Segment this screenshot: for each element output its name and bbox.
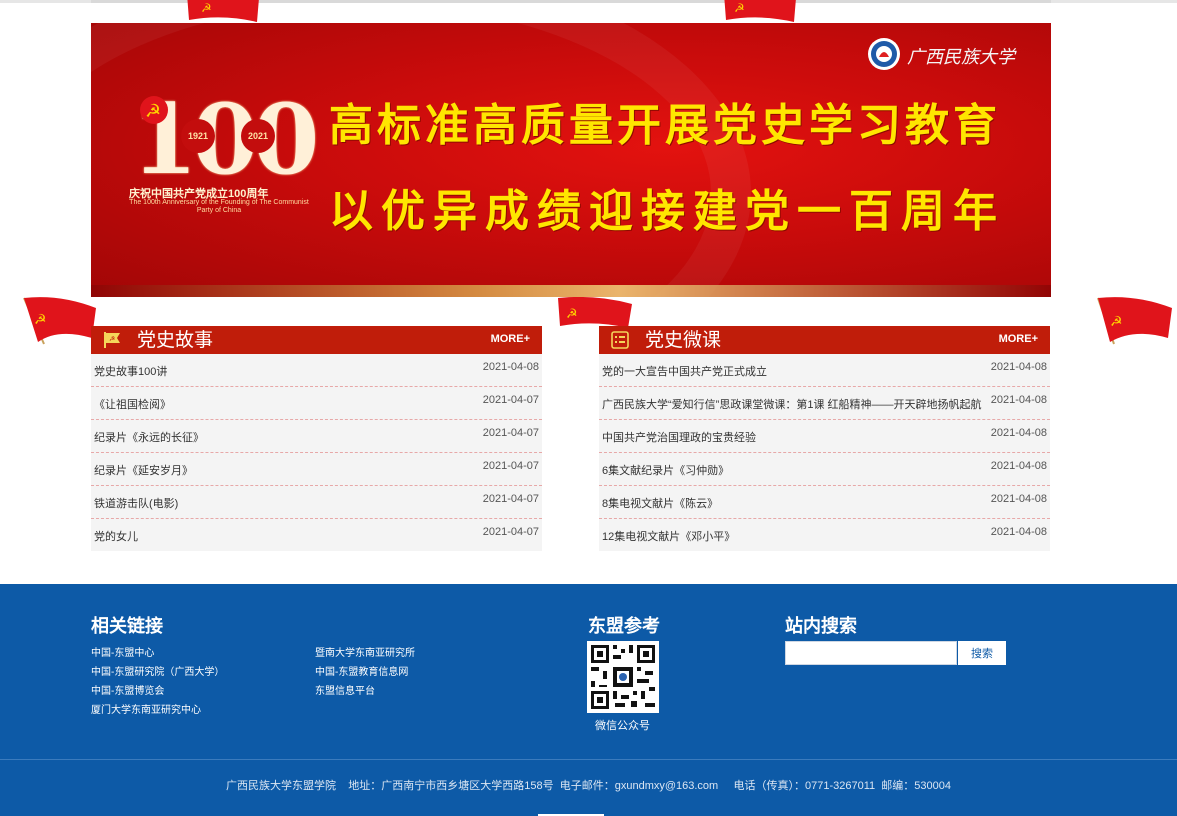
university-logo-icon (868, 38, 900, 70)
list-icon (611, 331, 629, 349)
footer-copyright: 广西民族大学东盟学院 地址：广西南宁市西乡塘区大学西路158号 电子邮件：gxu… (226, 780, 951, 792)
list-item-title[interactable]: 铁道游击队(电影) (94, 495, 178, 511)
list-item-title[interactable]: 党的女儿 (94, 528, 138, 544)
asean-reference-title: 东盟参考 (588, 616, 660, 637)
list-item[interactable]: 8集电视文献片《陈云》 2021-04-08 (599, 486, 1050, 519)
hammer-sickle-icon: ☭ (140, 96, 168, 124)
svg-text:☭: ☭ (34, 311, 47, 327)
footer-link[interactable]: 中国-东盟研究院（广西大学） (91, 663, 224, 678)
search-button[interactable]: 搜索 (958, 641, 1006, 665)
footer-link[interactable]: 暨南大学东南亚研究所 (315, 644, 415, 659)
list-item-date: 2021-04-07 (482, 427, 539, 439)
list-item-title[interactable]: 党的一大宣告中国共产党正式成立 (602, 363, 767, 379)
svg-text:☭: ☭ (734, 1, 745, 15)
svg-text:☭: ☭ (1110, 313, 1123, 329)
panel-title: 党史微课 (645, 329, 722, 351)
centenary-emblem: 100 ☭ 1921 2021 庆祝中国共产党成立100周年 The 100th… (123, 85, 319, 225)
list-item-title[interactable]: 6集文献纪录片《习仲勋》 (602, 462, 729, 478)
panel-title: 党史故事 (137, 329, 214, 351)
banner-gold-stripe (91, 285, 1051, 297)
panel-header: ☭ 党史故事 MORE+ (91, 326, 542, 354)
flag-decoration: ☭ (720, 0, 800, 24)
list-item[interactable]: 纪录片《永远的长征》 2021-04-07 (91, 420, 542, 453)
list-item-date: 2021-04-08 (990, 361, 1047, 373)
svg-text:☭: ☭ (201, 1, 212, 15)
svg-text:☭: ☭ (109, 336, 115, 343)
banner-slogan-line1: 高标准高质量开展党史学习教育 (329, 100, 1001, 151)
party-history-lessons-panel: 党史微课 MORE+ 党的一大宣告中国共产党正式成立 2021-04-08 广西民族… (599, 326, 1050, 551)
party-history-stories-panel: ☭ 党史故事 MORE+ 党史故事100讲 2021-04-08 《让祖国检阅》 20… (91, 326, 542, 551)
more-link[interactable]: MORE+ (999, 333, 1038, 345)
footer-link[interactable]: 东盟信息平台 (315, 682, 375, 697)
lessons-list: 党的一大宣告中国共产党正式成立 2021-04-08 广西民族大学“爱知行信”思政课… (599, 354, 1050, 551)
list-item-title[interactable]: 党史故事100讲 (94, 363, 167, 379)
list-item-date: 2021-04-07 (482, 493, 539, 505)
stories-list: 党史故事100讲 2021-04-08 《让祖国检阅》 2021-04-07 纪录片《永… (91, 354, 542, 551)
university-name: 广西民族大学 (907, 47, 1015, 68)
wechat-qr-code (587, 641, 659, 713)
site-search-title: 站内搜索 (785, 616, 857, 637)
list-item-title[interactable]: 广西民族大学“爱知行信”思政课堂微课：第1课 红船精神——开天辟地扬帆起航 (602, 396, 982, 412)
list-item-title[interactable]: 纪录片《延安岁月》 (94, 462, 193, 478)
emblem-caption-en: The 100th Anniversary of the Founding of… (129, 199, 309, 214)
list-item[interactable]: 铁道游击队(电影) 2021-04-07 (91, 486, 542, 519)
list-item-date: 2021-04-08 (990, 493, 1047, 505)
svg-text:☭: ☭ (145, 101, 161, 121)
list-item[interactable]: 中国共产党治国理政的宝贵经验 2021-04-08 (599, 420, 1050, 453)
list-item[interactable]: 6集文献纪录片《习仲勋》 2021-04-08 (599, 453, 1050, 486)
list-item-date: 2021-04-08 (482, 361, 539, 373)
svg-text:☭: ☭ (566, 306, 578, 321)
list-item-date: 2021-04-08 (990, 526, 1047, 538)
flag-decoration: ☭ (183, 0, 263, 24)
panel-header: 党史微课 MORE+ (599, 326, 1050, 354)
flag-decoration: ☭ (554, 296, 634, 330)
flag-decoration: ☭ (18, 294, 98, 346)
qr-caption: 微信公众号 (595, 720, 650, 732)
top-divider (0, 0, 1177, 3)
list-item-title[interactable]: 《让祖国检阅》 (94, 396, 171, 412)
site-search-input[interactable] (785, 641, 957, 665)
list-item[interactable]: 12集电视文献片《邓小平》 2021-04-08 (599, 519, 1050, 551)
list-item-date: 2021-04-07 (482, 526, 539, 538)
banner-slogan-line2: 以优异成绩迎接建党一百周年 (329, 186, 1005, 237)
list-item-title[interactable]: 中国共产党治国理政的宝贵经验 (602, 429, 756, 445)
list-item-date: 2021-04-08 (990, 460, 1047, 472)
list-item-title[interactable]: 纪录片《永远的长征》 (94, 429, 204, 445)
list-item-date: 2021-04-08 (990, 427, 1047, 439)
list-item-date: 2021-04-08 (990, 394, 1047, 406)
footer-divider (0, 759, 1177, 760)
list-item[interactable]: 党史故事100讲 2021-04-08 (91, 354, 542, 387)
footer-link[interactable]: 中国-东盟博览会 (91, 682, 164, 697)
list-item[interactable]: 党的女儿 2021-04-07 (91, 519, 542, 551)
list-item-date: 2021-04-07 (482, 394, 539, 406)
list-item-title[interactable]: 12集电视文献片《邓小平》 (602, 528, 735, 544)
list-item[interactable]: 《让祖国检阅》 2021-04-07 (91, 387, 542, 420)
list-item[interactable]: 党的一大宣告中国共产党正式成立 2021-04-08 (599, 354, 1050, 387)
related-links-title: 相关链接 (91, 616, 163, 637)
list-item[interactable]: 广西民族大学“爱知行信”思政课堂微课：第1课 红船精神——开天辟地扬帆起航 202… (599, 387, 1050, 420)
footer-link[interactable]: 中国-东盟中心 (91, 644, 154, 659)
flag-icon: ☭ (104, 332, 120, 348)
emblem-year-start: 1921 (181, 119, 215, 153)
footer-link[interactable]: 中国-东盟教育信息网 (315, 663, 408, 678)
list-item-date: 2021-04-07 (482, 460, 539, 472)
list-item-title[interactable]: 8集电视文献片《陈云》 (602, 495, 718, 511)
flag-decoration: ☭ (1092, 294, 1174, 346)
hero-banner[interactable]: 100 ☭ 1921 2021 庆祝中国共产党成立100周年 The 100th… (91, 23, 1051, 297)
emblem-year-end: 2021 (241, 119, 275, 153)
site-footer: 相关链接 中国-东盟中心 中国-东盟研究院（广西大学） 中国-东盟博览会 厦门大… (0, 584, 1177, 816)
qr-code-icon (591, 645, 655, 709)
more-link[interactable]: MORE+ (491, 333, 530, 345)
list-item[interactable]: 纪录片《延安岁月》 2021-04-07 (91, 453, 542, 486)
footer-link[interactable]: 厦门大学东南亚研究中心 (91, 701, 201, 716)
